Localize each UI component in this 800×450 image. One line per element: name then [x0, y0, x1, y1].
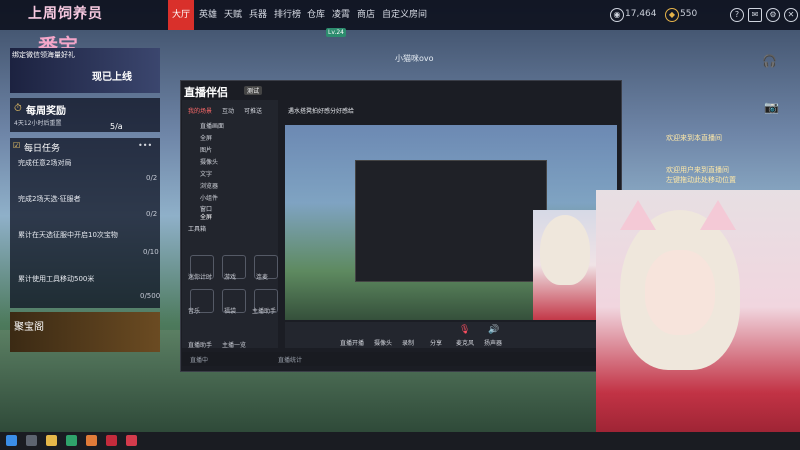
nested-stream-preview	[355, 160, 547, 282]
search-icon[interactable]	[26, 435, 37, 446]
stream-status-bar	[182, 352, 618, 366]
gem-icon: ◆	[665, 8, 679, 22]
task-count: 0/10	[143, 248, 159, 256]
tool-label: 连麦	[256, 274, 269, 281]
cat-ear-right	[700, 200, 736, 230]
scene-item[interactable]: 浏览器	[200, 181, 218, 190]
tool-go-live[interactable]: 直播开播	[340, 338, 364, 347]
files-icon[interactable]	[46, 435, 57, 446]
task-count: 0/2	[146, 210, 158, 218]
scene-item[interactable]: 小组件	[200, 193, 218, 202]
task-label: 完成2场天选·征服者	[18, 195, 81, 203]
tool-label: 福袋	[224, 308, 237, 315]
tool-speaker[interactable]: 扬声器	[484, 338, 502, 347]
tool-label: 迷你计时	[188, 274, 213, 281]
status-text: 直播中	[190, 357, 209, 364]
scene-item[interactable]: 全屏	[200, 133, 212, 142]
scene-item[interactable]: 摄像头	[200, 157, 218, 166]
status-stats-link[interactable]: 直播统计	[278, 355, 302, 364]
scene-item[interactable]: 直播画面	[200, 121, 224, 130]
tool-share[interactable]: 分享	[430, 338, 442, 347]
streamer-hair-small	[540, 215, 590, 285]
close-icon[interactable]: ✕	[784, 8, 798, 22]
daily-tasks-title: 每日任务	[24, 144, 61, 154]
tool-mic[interactable]: 麦克风	[456, 338, 474, 347]
stream-app-name: 直播伴侣	[184, 86, 228, 99]
weekly-reward-title: 每周奖励	[26, 106, 66, 117]
menu-heroes[interactable]: 英雄	[195, 0, 221, 30]
clock-icon: ⏱	[14, 103, 22, 114]
mail-icon[interactable]: ✉	[748, 8, 762, 22]
browser-icon[interactable]	[66, 435, 77, 446]
checklist-icon: ☑	[13, 141, 21, 150]
scene-item[interactable]: 图片	[200, 145, 212, 154]
chat-message: 左键拖动此处移动位置	[666, 176, 736, 184]
menu-lobby[interactable]: 大厅	[168, 0, 195, 30]
task-count: 0/500	[140, 292, 161, 300]
mic-icon[interactable]: 🎙	[459, 325, 470, 335]
windows-icon[interactable]	[6, 435, 17, 446]
tool-label: 主播一览	[222, 342, 247, 349]
scene-item-selected[interactable]: 全屏	[200, 212, 212, 221]
weekly-reward-progress: 5/a	[110, 122, 123, 131]
app-icon-2[interactable]	[106, 435, 117, 446]
tab-push[interactable]: 可推送	[244, 106, 262, 115]
task-label: 累计使用工具移动500米	[18, 275, 95, 283]
headset-icon[interactable]: 🎧	[762, 54, 777, 68]
menu-ranking[interactable]: 排行榜	[270, 0, 305, 30]
stream-title-text[interactable]: 遇水搭凳拍好感分好感给	[288, 106, 354, 115]
chat-message: 欢迎来到本直播间	[666, 134, 722, 142]
menu-weapons[interactable]: 兵器	[245, 0, 271, 30]
gem-count: 550	[680, 9, 698, 19]
tool-camera[interactable]: 摄像头	[374, 338, 392, 347]
task-count: 0/2	[146, 174, 158, 182]
os-taskbar	[0, 432, 800, 450]
app-icon-1[interactable]	[86, 435, 97, 446]
tool-record[interactable]: 录制	[402, 338, 414, 347]
camera-icon[interactable]: 📷	[764, 100, 779, 114]
menu-custom-room[interactable]: 自定义房间	[378, 0, 431, 30]
tool-label: 音乐	[188, 308, 201, 315]
scene-item[interactable]: 文字	[200, 169, 212, 178]
tab-interact[interactable]: 互动	[222, 106, 234, 115]
coin-count: 17,464	[625, 9, 657, 19]
weekly-reward-time: 4天12小时后重置	[14, 120, 62, 127]
toolbox-label: 工具箱	[188, 226, 207, 233]
menu-shop[interactable]: 商店	[353, 0, 379, 30]
task-label: 累计在天选征服中开启10次宝物	[18, 231, 118, 239]
settings-icon[interactable]: ⚙	[766, 8, 780, 22]
menu-talent[interactable]: 天赋	[220, 0, 246, 30]
stream-window-header: 小猫咪ovo	[395, 54, 434, 63]
help-icon[interactable]: ?	[730, 8, 744, 22]
level-badge: Lv.24	[326, 28, 346, 37]
daily-tasks-more-button[interactable]: •••	[138, 141, 152, 150]
banner-text: 现已上线	[92, 72, 132, 83]
app-icon-3[interactable]	[126, 435, 137, 446]
cat-ear-left	[620, 200, 656, 230]
streamer-face	[645, 250, 715, 335]
task-label: 完成任意2场对局	[18, 159, 72, 167]
speaker-icon[interactable]: 🔊	[488, 325, 499, 335]
bind-label: 绑定微信领海量好礼	[12, 51, 75, 59]
menu-warehouse[interactable]: 仓库	[303, 0, 329, 30]
stream-app-badge: 测试	[244, 86, 263, 95]
menu-lingxiao[interactable]: 凌霄	[328, 0, 354, 30]
treasure-title: 聚宝阁	[14, 322, 44, 333]
tool-label: 直播助手	[188, 342, 213, 349]
coin-icon: ◉	[610, 8, 624, 22]
chat-message: 欢迎用户来到直播间	[666, 166, 729, 174]
tool-label: 游戏	[224, 274, 237, 281]
player-name: 上周饲养员	[28, 6, 103, 22]
tool-label: 主播助手	[252, 308, 277, 315]
stream-bottom-toolbar	[285, 322, 617, 348]
tab-my-scenes[interactable]: 我的场景	[188, 106, 212, 115]
